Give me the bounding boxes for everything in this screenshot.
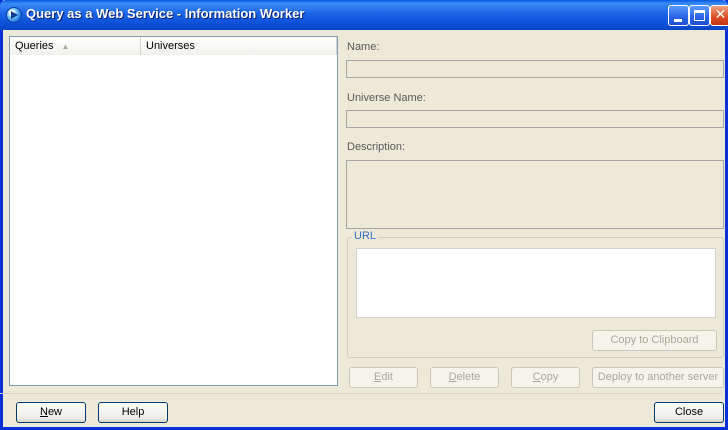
name-label: Name: [347,41,380,53]
new-button[interactable]: New [16,402,86,423]
edit-button[interactable]: Edit [349,367,418,388]
delete-label: elete [456,371,481,383]
delete-button[interactable]: Delete [430,367,499,388]
url-group-label: URL [352,230,379,242]
help-button[interactable]: Help [98,402,168,423]
column-header-universes-label: Universes [146,40,195,52]
query-list[interactable]: Queries ▲ Universes [9,36,338,386]
universe-name-field[interactable] [346,110,724,128]
column-header-universes[interactable]: Universes [141,37,337,55]
footer-divider [0,393,722,394]
column-header-queries[interactable]: Queries ▲ [10,37,141,55]
copy-mnemonic: C [532,371,541,383]
copy-label: opy [540,371,559,383]
list-header: Queries ▲ Universes [10,37,337,55]
description-field[interactable] [346,160,724,229]
app-icon [6,7,22,23]
name-field[interactable] [346,60,724,78]
edit-label: dit [381,371,393,383]
window-title: Query as a Web Service - Information Wor… [26,6,305,21]
maximize-icon [694,10,705,21]
copy-to-clipboard-button[interactable]: Copy to Clipboard [592,330,717,351]
close-window-button[interactable]: ✕ [710,5,728,26]
minimize-button[interactable] [668,5,689,26]
column-header-queries-label: Queries [15,40,54,52]
description-label: Description: [347,141,406,153]
copy-button[interactable]: Copy [511,367,580,388]
maximize-button[interactable] [689,5,710,26]
url-field[interactable] [356,248,716,318]
new-mnemonic: N [39,406,48,418]
deploy-button[interactable]: Deploy to another server [592,367,724,388]
close-icon: ✕ [714,7,727,23]
title-bar[interactable]: Query as a Web Service - Information Wor… [0,0,728,30]
close-button[interactable]: Close [654,402,724,423]
sort-ascending-icon: ▲ [61,42,70,51]
delete-mnemonic: D [448,371,457,383]
new-label: ew [47,406,62,418]
minimize-icon [674,19,682,22]
universe-name-label: Universe Name: [347,92,426,104]
